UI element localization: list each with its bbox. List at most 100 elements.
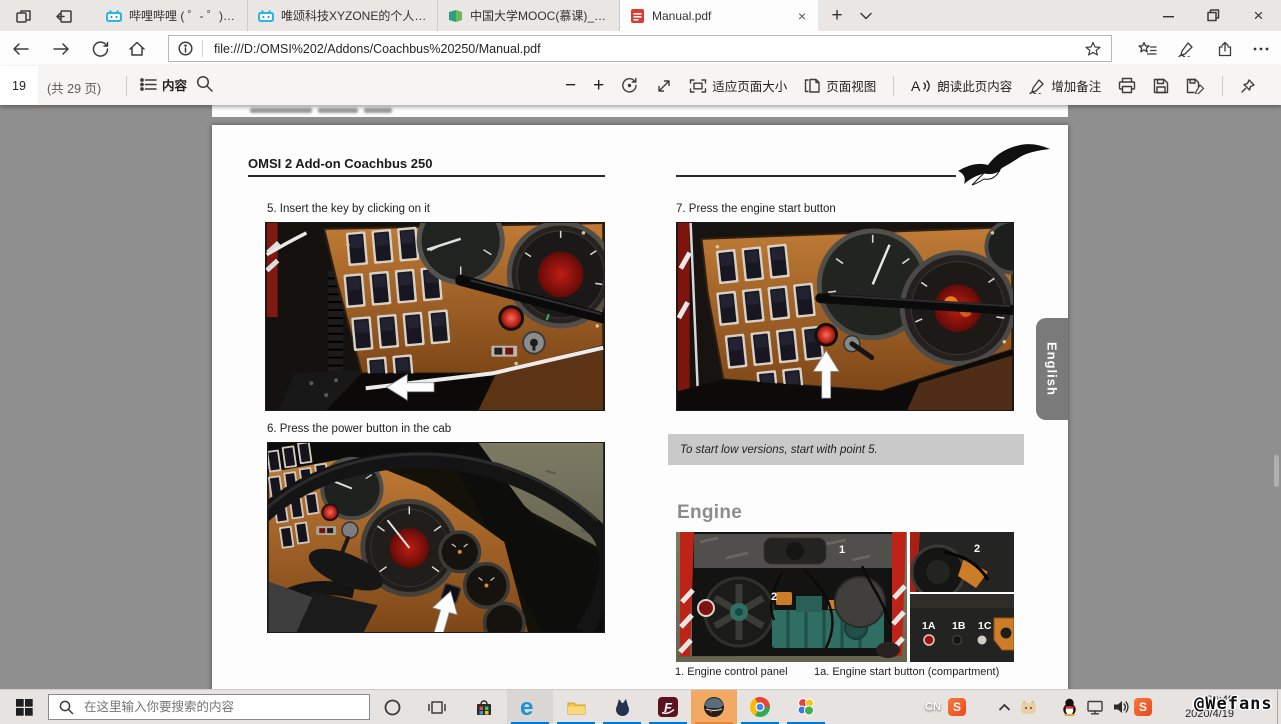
taskbar-app-paint[interactable]	[783, 690, 829, 724]
taskbar-app-f[interactable]: F	[645, 690, 691, 724]
page-total-label: (共 29 页)	[47, 78, 101, 97]
add-note-button[interactable]: 增加备注	[1029, 76, 1101, 95]
taskbar-app-omsi[interactable]	[691, 690, 737, 724]
note-text: To start low versions, start with point …	[668, 444, 878, 456]
header-rule-left	[248, 175, 605, 177]
more-options-icon[interactable]	[1242, 31, 1280, 66]
taskbar-app-cat[interactable]	[599, 690, 645, 724]
tab-title: 哔哩哔哩 ( ゜- ゜)つロ 干杯~	[129, 7, 237, 24]
cortana-button[interactable]	[370, 690, 414, 724]
show-desktop-button[interactable]	[1277, 690, 1281, 724]
minimize-button[interactable]	[1146, 0, 1191, 31]
store-icon	[475, 699, 493, 716]
watermark: @Wefans	[1194, 694, 1273, 714]
save-button[interactable]	[1153, 78, 1169, 94]
caption-engine-start-button: 1a. Engine start button (compartment)	[814, 666, 999, 678]
rotate-button[interactable]	[621, 77, 639, 94]
pdf-tool-group: − + 适应页面大小 页面视图	[565, 66, 1277, 105]
tab-list-dropdown[interactable]	[852, 0, 880, 31]
edge-browser-window: 哔哩哔哩 ( ゜- ゜)つロ 干杯~ 唯颂科技XYZONE的个人空间 中国大学M…	[0, 0, 1281, 724]
header-rule-right	[676, 175, 956, 177]
tray-cat-icon[interactable]	[1016, 690, 1040, 724]
taskbar-app-explorer[interactable]	[553, 690, 599, 724]
save-as-icon	[1186, 78, 1205, 94]
screenshot-insert-key	[265, 222, 605, 411]
svg-text:A: A	[911, 78, 921, 94]
taskbar-search[interactable]	[48, 694, 370, 720]
tray-volume-icon[interactable]	[1108, 690, 1134, 724]
step-7-text: 7. Press the engine start button	[676, 203, 836, 215]
read-aloud-button[interactable]: A 朗读此页内容	[911, 76, 1012, 95]
microsoft-store-button[interactable]	[460, 690, 507, 724]
chevron-up-icon	[998, 703, 1011, 712]
contents-button[interactable]: 内容	[140, 75, 187, 94]
site-info-icon[interactable]	[169, 41, 202, 56]
tab-close-icon[interactable]: ×	[796, 8, 808, 24]
taskbar-app-chrome[interactable]	[737, 690, 783, 724]
fullscreen-button[interactable]	[656, 78, 672, 94]
page-view-button[interactable]: 页面视图	[804, 76, 876, 95]
tray-expand-button[interactable]	[992, 690, 1016, 724]
fit-page-button[interactable]: 适应页面大小	[689, 76, 787, 95]
favorite-star-icon[interactable]	[1075, 41, 1111, 56]
zoom-out-button[interactable]: −	[565, 75, 576, 97]
search-document-button[interactable]	[196, 75, 214, 92]
screenshot-cab-power-button	[267, 442, 605, 633]
tab-manual-pdf[interactable]: Manual.pdf ×	[620, 0, 818, 31]
faded-text-line	[318, 108, 358, 113]
engine-label-2b: 2	[974, 543, 980, 555]
tab-bilibili-home[interactable]: 哔哩哔哩 ( ゜- ゜)つロ 干杯~	[96, 0, 248, 31]
add-note-label: 增加备注	[1051, 76, 1101, 95]
annotate-pen-icon[interactable]	[1168, 31, 1206, 66]
omsi-icon	[703, 696, 725, 718]
toolbar-divider	[126, 76, 127, 96]
note-banner: To start low versions, start with point …	[668, 434, 1024, 465]
set-tabs-aside-button[interactable]	[46, 0, 82, 31]
toolbar-divider	[893, 76, 894, 96]
zoom-in-button[interactable]: +	[593, 75, 604, 97]
back-button[interactable]	[2, 31, 40, 66]
language-tab-english[interactable]: English	[1036, 318, 1068, 420]
tab-bilibili-space[interactable]: 唯颂科技XYZONE的个人空间	[248, 0, 438, 31]
print-icon	[1118, 77, 1136, 94]
tab-preview-button[interactable]	[6, 0, 42, 31]
engine-heading: Engine	[677, 502, 742, 524]
tab-title: 中国大学MOOC(慕课)_国家	[470, 7, 609, 24]
print-button[interactable]	[1118, 77, 1136, 94]
search-icon	[196, 75, 214, 92]
taskbar-search-input[interactable]	[82, 699, 369, 715]
tray-display-icon[interactable]	[1082, 690, 1108, 724]
taskbar-app-edge[interactable]: e	[507, 690, 553, 724]
engine-label-1a: 1A	[922, 620, 936, 632]
tray-sogou-icon[interactable]: S	[1134, 698, 1152, 716]
new-tab-button[interactable]: +	[822, 0, 852, 31]
cat-app-icon	[613, 698, 632, 716]
task-view-button[interactable]	[414, 690, 460, 724]
forward-button[interactable]	[42, 31, 80, 66]
page-number-input[interactable]	[2, 78, 36, 94]
pdf-content-area[interactable]: OMSI 2 Add-on Coachbus 250 5. Insert the…	[0, 105, 1281, 689]
home-button[interactable]	[118, 31, 156, 66]
page-view-icon	[804, 78, 821, 93]
tray-qq-icon[interactable]	[1056, 690, 1082, 724]
tab-bar: 哔哩哔哩 ( ゜- ゜)つロ 干杯~ 唯颂科技XYZONE的个人空间 中国大学M…	[0, 0, 1281, 31]
refresh-button[interactable]	[82, 31, 120, 66]
favorites-hub-icon[interactable]	[1128, 31, 1166, 66]
url-input[interactable]	[212, 41, 1075, 57]
url-field[interactable]	[168, 35, 1112, 62]
tab-mooc[interactable]: 中国大学MOOC(慕课)_国家	[438, 0, 620, 31]
save-as-button[interactable]	[1186, 78, 1205, 94]
restore-button[interactable]	[1191, 0, 1236, 31]
share-icon[interactable]	[1206, 31, 1244, 66]
unpin-toolbar-button[interactable]	[1240, 78, 1257, 94]
svg-text:e: e	[520, 695, 533, 719]
taskbar: e F	[0, 689, 1281, 724]
sogou-ime-icon[interactable]: S	[948, 698, 966, 716]
scrollbar-thumb[interactable]	[1274, 455, 1279, 487]
start-button[interactable]	[0, 690, 48, 724]
ime-mode-label[interactable]: CN	[925, 701, 941, 713]
bird-logo	[954, 141, 1054, 189]
search-icon	[59, 700, 74, 715]
page-number-box[interactable]	[0, 66, 38, 105]
close-button[interactable]: ×	[1236, 0, 1281, 31]
